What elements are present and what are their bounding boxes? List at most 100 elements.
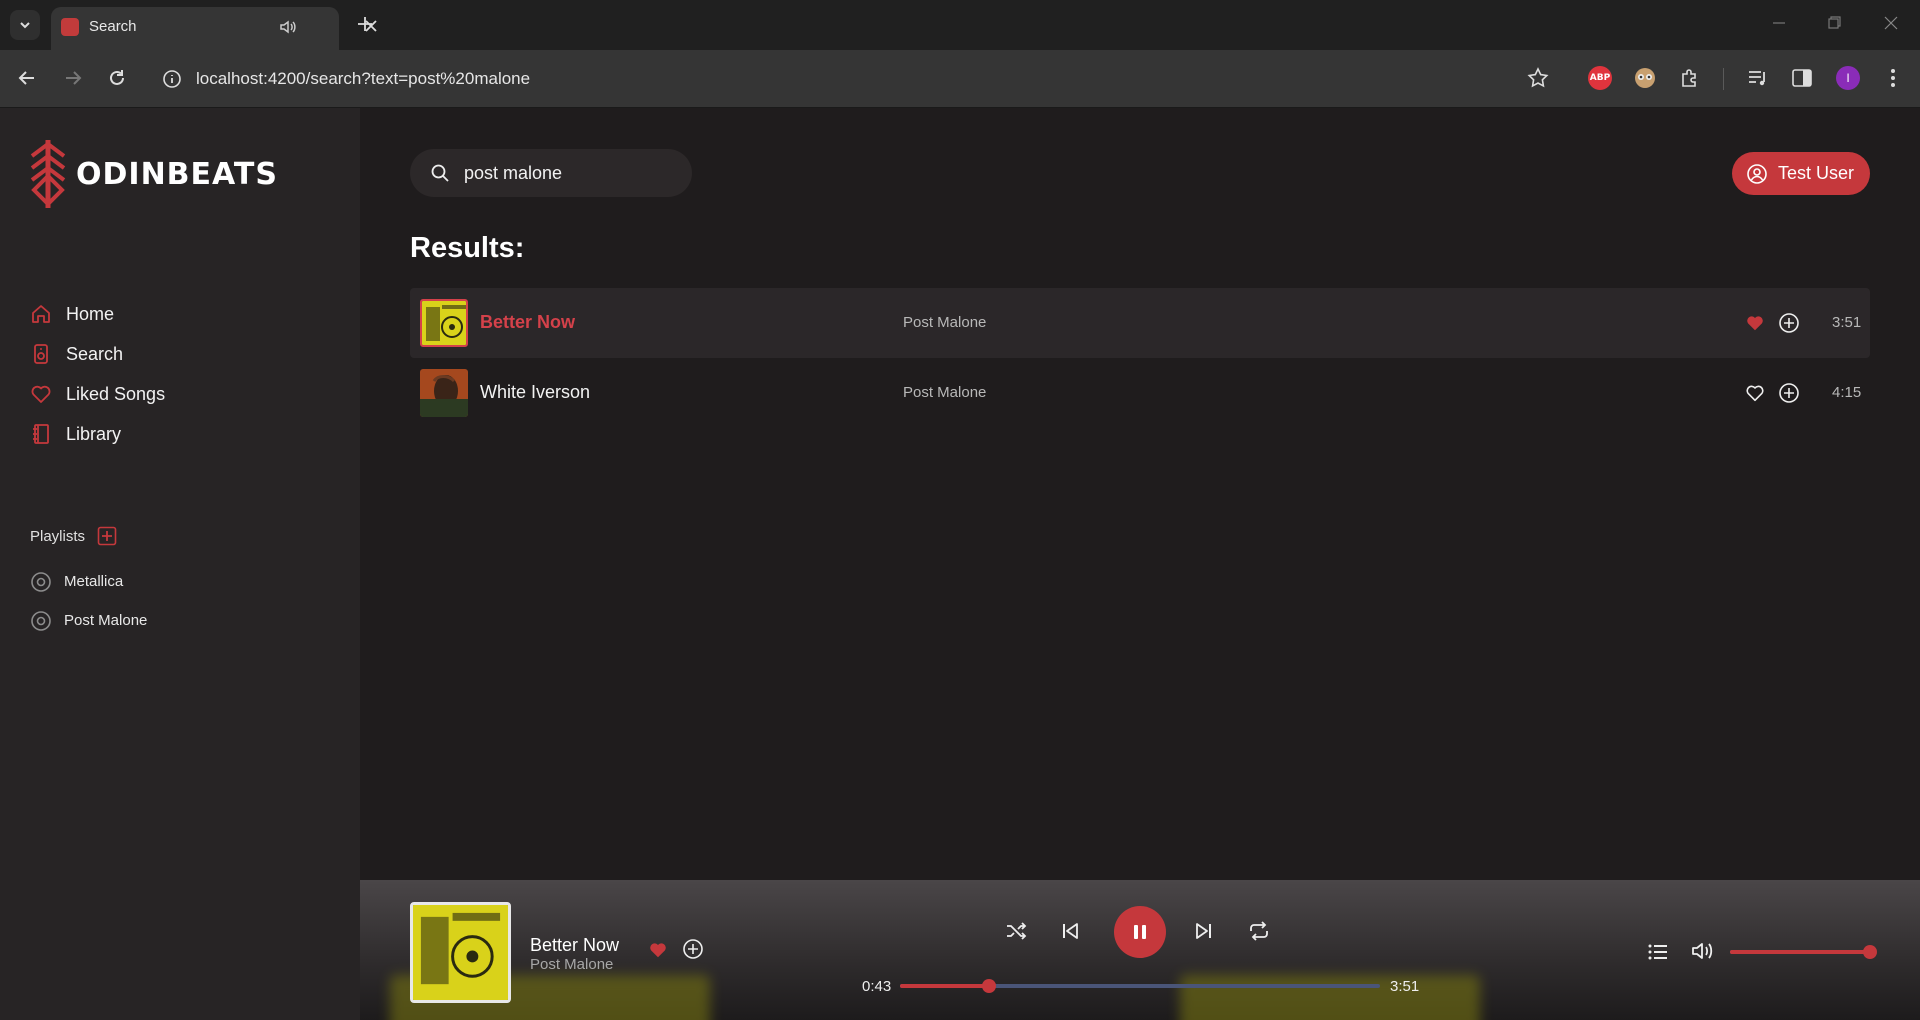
main-nav: Home Search Liked Songs Library (30, 294, 165, 454)
song-title[interactable]: Better Now (480, 312, 575, 333)
reload-icon (110, 70, 124, 85)
shuffle-button[interactable] (1004, 919, 1028, 943)
queue-list-icon (1648, 944, 1667, 960)
adblock-extension-icon[interactable]: ABP (1588, 66, 1612, 90)
search-icon (431, 164, 449, 182)
like-button[interactable] (1745, 313, 1765, 333)
progress-handle[interactable] (982, 979, 997, 993)
now-playing-like-button[interactable] (648, 940, 668, 960)
add-to-playlist-button[interactable] (1778, 382, 1800, 404)
app-logo[interactable]: ODINBEATS (28, 138, 278, 210)
browser-tab[interactable]: Search (51, 7, 377, 50)
album-cover (420, 369, 468, 417)
tab-title: Search (89, 18, 137, 35)
media-control-icon[interactable] (1746, 66, 1770, 90)
main-content: Test User Results: Better Now Post Malon… (360, 108, 1920, 880)
disc-icon (31, 571, 51, 592)
brand-name: ODINBEATS (76, 156, 278, 192)
user-menu-button[interactable]: Test User (1732, 152, 1870, 195)
player-background-art (1180, 975, 1480, 1020)
now-playing-cover[interactable] (410, 902, 511, 1003)
now-playing-add-button[interactable] (682, 938, 704, 960)
bookmark-star-icon[interactable] (1526, 66, 1550, 90)
library-icon (33, 424, 49, 444)
song-duration: 3:51 (1832, 314, 1862, 331)
shuffle-icon (1007, 922, 1027, 940)
address-bar[interactable]: localhost:4200/search?text=post%20malone (196, 69, 530, 89)
playlists-label: Playlists (30, 527, 86, 545)
add-to-playlist-button[interactable] (1778, 312, 1800, 334)
skip-back-icon (1063, 923, 1078, 939)
repeat-button[interactable] (1247, 919, 1271, 943)
restore-window-button[interactable] (1825, 14, 1843, 32)
playlist-list: Metallica Post Malone (30, 562, 147, 640)
song-duration: 4:15 (1832, 384, 1862, 401)
add-playlist-button[interactable] (97, 526, 117, 546)
like-button[interactable] (1745, 383, 1765, 403)
odinbeats-favicon-icon (61, 18, 79, 36)
profile-avatar[interactable]: I (1836, 66, 1860, 90)
user-circle-icon (1747, 163, 1767, 184)
now-playing-title[interactable]: Better Now (530, 935, 619, 956)
home-icon (32, 305, 50, 323)
pause-button[interactable] (1114, 906, 1166, 958)
current-time: 0:43 (862, 978, 892, 995)
plus-circle-icon (683, 939, 703, 959)
repeat-icon (1250, 921, 1268, 941)
song-artist[interactable]: Post Malone (903, 384, 986, 401)
table-row[interactable]: Better Now Post Malone 3:51 (410, 288, 1870, 358)
nav-label: Search (66, 343, 124, 364)
volume-button[interactable] (1690, 939, 1716, 963)
nav-item-search[interactable]: Search (30, 334, 165, 374)
side-panel-icon[interactable] (1790, 66, 1814, 90)
playlist-name: Metallica (64, 573, 124, 590)
plus-circle-icon (1779, 383, 1799, 403)
minimize-window-button[interactable] (1770, 14, 1788, 32)
reload-button[interactable] (106, 67, 128, 89)
volume-fill (1730, 950, 1870, 954)
album-cover (420, 299, 468, 347)
forward-button[interactable] (62, 67, 84, 89)
close-window-button[interactable] (1882, 14, 1900, 32)
results-list: Better Now Post Malone 3:51 White Iverso… (410, 288, 1870, 428)
playlists-header: Playlists (30, 526, 117, 546)
results-title: Results: (410, 232, 525, 264)
plus-square-icon (97, 526, 117, 546)
nav-label: Library (66, 423, 122, 444)
progress-fill (900, 984, 990, 988)
tab-search-menu-button[interactable] (10, 10, 40, 40)
song-title[interactable]: White Iverson (480, 382, 590, 403)
nav-item-library[interactable]: Library (30, 414, 165, 454)
playlist-item-metallica[interactable]: Metallica (30, 562, 147, 601)
user-name: Test User (1778, 163, 1855, 183)
search-input[interactable] (464, 162, 664, 184)
extension-face-icon[interactable] (1633, 66, 1657, 90)
volume-slider[interactable] (1730, 945, 1877, 959)
new-tab-button[interactable] (355, 14, 375, 34)
browser-menu-icon[interactable] (1883, 66, 1903, 90)
back-button[interactable] (16, 67, 38, 89)
nav-item-liked-songs[interactable]: Liked Songs (30, 374, 165, 414)
total-time: 3:51 (1390, 978, 1420, 995)
nav-label: Home (66, 303, 115, 324)
extensions-puzzle-icon[interactable] (1678, 66, 1702, 90)
nav-item-home[interactable]: Home (30, 294, 165, 334)
now-playing-artist[interactable]: Post Malone (530, 956, 613, 973)
heart-icon (31, 385, 51, 403)
next-button[interactable] (1192, 919, 1216, 943)
nav-label: Liked Songs (66, 383, 166, 404)
progress-bar[interactable] (900, 979, 1380, 993)
player-bar: Better Now Post Malone 0:43 3:51 (360, 880, 1920, 1020)
site-info-icon[interactable] (162, 69, 182, 89)
queue-button[interactable] (1646, 940, 1670, 964)
tab-audio-icon[interactable] (279, 18, 297, 36)
previous-button[interactable] (1058, 919, 1082, 943)
toolbar-separator (1723, 68, 1724, 90)
volume-handle[interactable] (1863, 945, 1877, 959)
playlist-item-post-malone[interactable]: Post Malone (30, 601, 147, 640)
table-row[interactable]: White Iverson Post Malone 4:15 (410, 358, 1870, 428)
search-box[interactable] (410, 149, 692, 197)
arrow-left-icon (18, 71, 34, 85)
song-artist[interactable]: Post Malone (903, 314, 986, 331)
skip-forward-icon (1196, 923, 1211, 939)
